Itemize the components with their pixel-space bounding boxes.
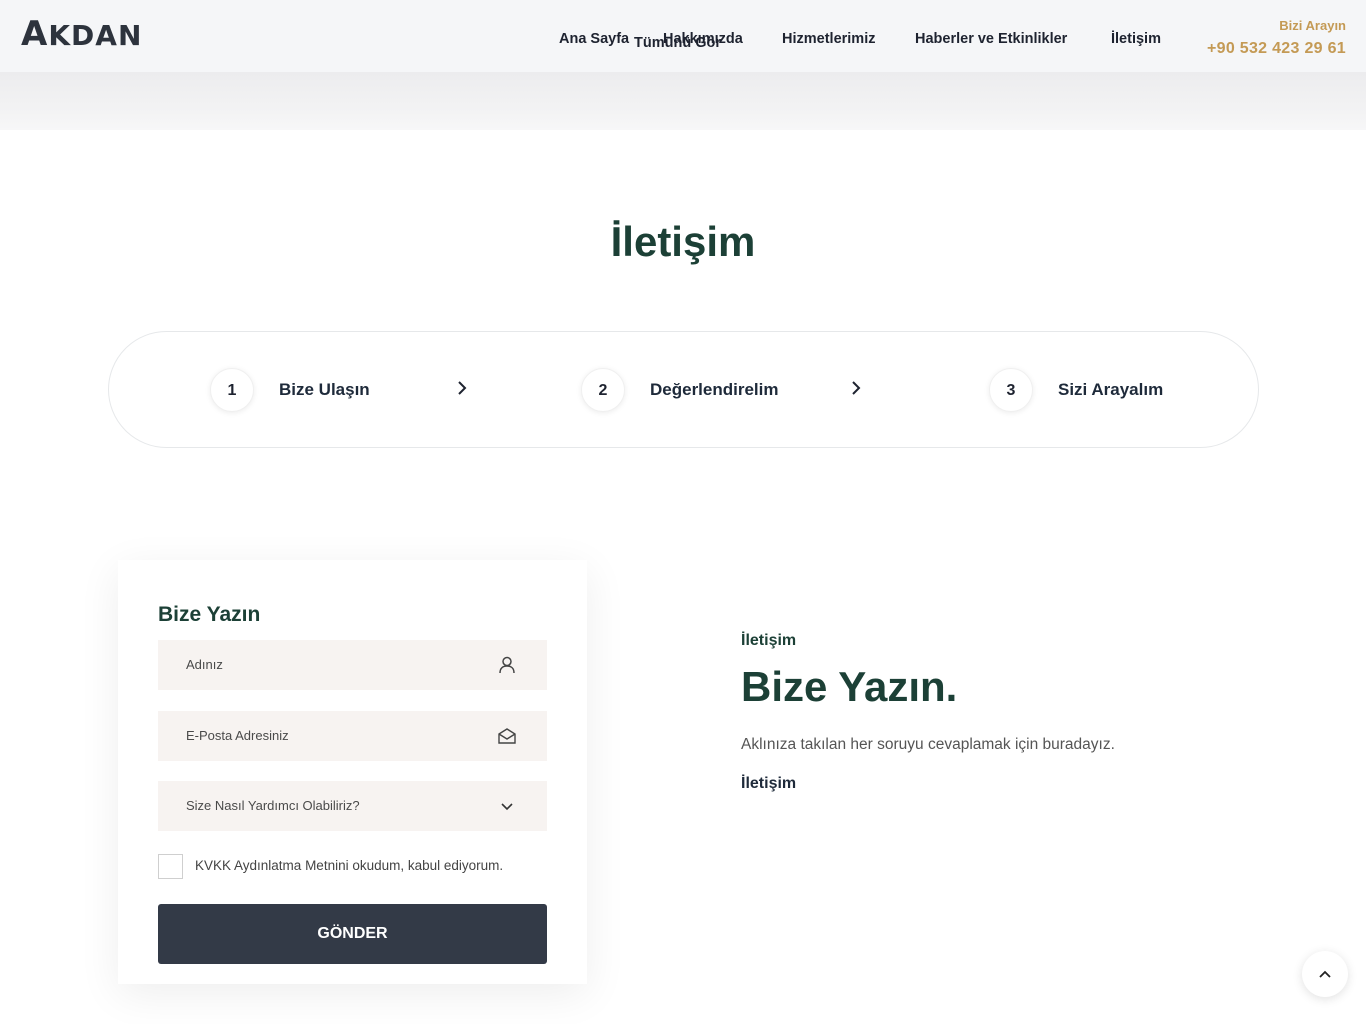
call-us-phone[interactable]: +90 532 423 29 61 (1207, 40, 1346, 58)
name-placeholder: Adınız (186, 657, 223, 672)
email-placeholder: E-Posta Adresiniz (186, 728, 289, 743)
header-band (0, 72, 1366, 130)
topic-placeholder: Size Nasıl Yardımcı Olabiliriz? (186, 798, 360, 813)
side-title: Bize Yazın. (741, 663, 958, 710)
name-field[interactable]: Adınız (158, 640, 547, 690)
nav-news[interactable]: Haberler ve Etkinlikler (915, 31, 1067, 51)
nav-services[interactable]: Hizmetlerimiz (782, 31, 875, 51)
step-number-3: 3 (989, 368, 1033, 412)
user-icon (499, 656, 515, 674)
step-number-1: 1 (210, 368, 254, 412)
submit-button[interactable]: GÖNDER (158, 904, 547, 964)
chevron-right-icon (852, 381, 861, 395)
page-title: İletişim (610, 218, 756, 265)
form-title: Bize Yazın (158, 603, 261, 626)
step-label-1: Bize Ulaşın (279, 380, 370, 399)
side-description: Aklınıza takılan her soruyu cevaplamak i… (741, 736, 1115, 753)
site-header: AKDAN Ana Sayfa Hakkımızda Tümünü Gör Hi… (0, 0, 1366, 72)
step-label-3: Sizi Arayalım (1058, 380, 1164, 399)
nav-contact[interactable]: İletişim (1111, 31, 1161, 51)
step-label-2: Değerlendirelim (650, 380, 779, 399)
nav-home[interactable]: Ana Sayfa (559, 31, 629, 51)
scroll-to-top-button[interactable] (1302, 951, 1348, 997)
nav-about-submenu-all[interactable]: Tümünü Gör (634, 35, 721, 51)
contact-form: Bize Yazın Adınız E-Posta Adresiniz Size… (118, 560, 587, 984)
logo[interactable]: AKDAN (21, 14, 142, 54)
process-steps: 1 Bize Ulaşın 2 Değerlendirelim 3 Sizi A… (108, 331, 1259, 448)
topic-select[interactable]: Size Nasıl Yardımcı Olabiliriz? (158, 781, 547, 831)
email-field[interactable]: E-Posta Adresiniz (158, 711, 547, 761)
chevron-down-icon (501, 803, 513, 811)
side-eyebrow: İletişim (741, 632, 797, 649)
logo-initial: A (21, 14, 49, 54)
call-us-label: Bizi Arayın (1279, 18, 1346, 33)
kvkk-checkbox[interactable] (158, 854, 183, 879)
side-contact-link[interactable]: İletişim (741, 775, 796, 793)
chevron-right-icon (458, 381, 467, 395)
envelope-open-icon (498, 728, 516, 744)
kvkk-consent-label[interactable]: KVKK Aydınlatma Metnini okudum, kabul ed… (195, 858, 503, 873)
logo-rest: KDAN (48, 19, 143, 52)
step-number-2: 2 (581, 368, 625, 412)
chevron-up-icon (1319, 970, 1331, 978)
